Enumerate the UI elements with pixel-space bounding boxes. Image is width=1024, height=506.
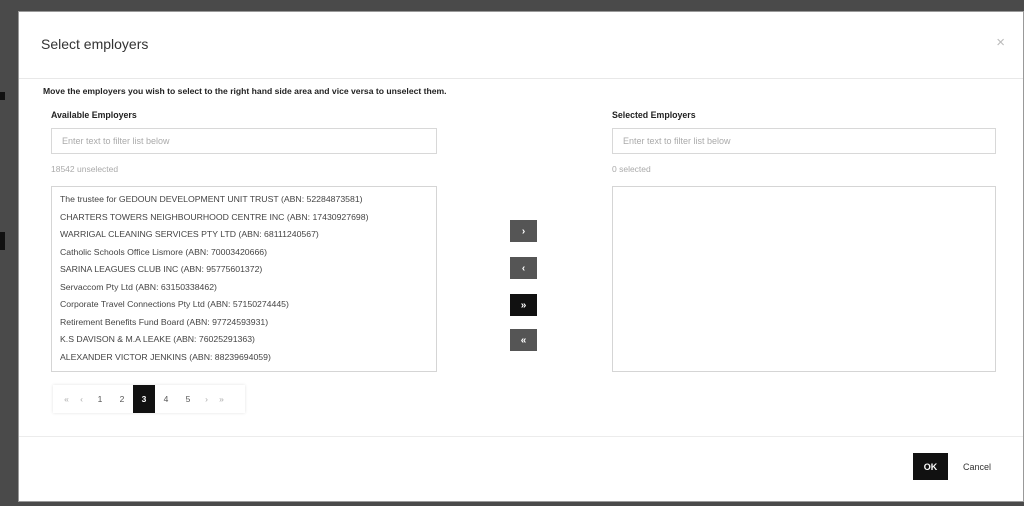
employer-list-item[interactable]: K.S DAVISON & M.A LEAKE (ABN: 7602529136… (52, 331, 436, 349)
instructions-text: Move the employers you wish to select to… (43, 86, 447, 96)
move-all-right-button[interactable]: » (510, 294, 537, 316)
employer-list-item[interactable]: The trustee for GEDOUN DEVELOPMENT UNIT … (52, 191, 436, 209)
page-1-button[interactable]: 1 (89, 394, 111, 404)
ok-button[interactable]: OK (913, 453, 948, 480)
employer-list-item[interactable]: Corporate Travel Connections Pty Ltd (AB… (52, 296, 436, 314)
available-list-items: The trustee for GEDOUN DEVELOPMENT UNIT … (52, 187, 436, 366)
selected-count: 0 selected (612, 164, 651, 174)
available-filter-input[interactable] (51, 128, 437, 154)
available-employers-list[interactable]: The trustee for GEDOUN DEVELOPMENT UNIT … (51, 186, 437, 372)
prev-page-button[interactable]: ‹ (74, 394, 89, 404)
move-all-left-button[interactable]: « (510, 329, 537, 351)
first-page-button[interactable]: « (59, 394, 74, 404)
employer-list-item[interactable]: SARINA LEAGUES CLUB INC (ABN: 9577560137… (52, 261, 436, 279)
dialog-header: Select employers × (19, 12, 1023, 79)
employer-list-item[interactable]: Retirement Benefits Fund Board (ABN: 977… (52, 314, 436, 332)
next-page-button[interactable]: › (199, 394, 214, 404)
dialog-title: Select employers (41, 36, 149, 52)
page-4-button[interactable]: 4 (155, 394, 177, 404)
available-employers-label: Available Employers (51, 110, 137, 120)
move-right-button[interactable]: › (510, 220, 537, 242)
move-left-button[interactable]: ‹ (510, 257, 537, 279)
close-icon[interactable]: × (996, 35, 1005, 50)
selected-filter-input[interactable] (612, 128, 996, 154)
page-3-button-current[interactable]: 3 (133, 385, 155, 413)
selected-employers-list[interactable] (612, 186, 996, 372)
pagination: « ‹ 1 2 3 4 5 › » (53, 385, 245, 413)
select-employers-dialog: Select employers × Move the employers yo… (18, 11, 1024, 502)
selected-employers-label: Selected Employers (612, 110, 696, 120)
employer-list-item[interactable]: Servaccom Pty Ltd (ABN: 63150338462) (52, 279, 436, 297)
backdrop-mark (0, 232, 5, 250)
page-5-button[interactable]: 5 (177, 394, 199, 404)
dialog-footer-divider (19, 436, 1023, 437)
employer-list-item[interactable]: Catholic Schools Office Lismore (ABN: 70… (52, 244, 436, 262)
last-page-button[interactable]: » (214, 394, 229, 404)
employer-list-item[interactable]: CHARTERS TOWERS NEIGHBOURHOOD CENTRE INC… (52, 209, 436, 227)
employer-list-item[interactable]: WARRIGAL CLEANING SERVICES PTY LTD (ABN:… (52, 226, 436, 244)
available-count: 18542 unselected (51, 164, 119, 174)
employer-list-item[interactable]: ALEXANDER VICTOR JENKINS (ABN: 882396940… (52, 349, 436, 367)
cancel-button[interactable]: Cancel (951, 453, 1003, 480)
page-2-button[interactable]: 2 (111, 394, 133, 404)
backdrop-mark (0, 92, 5, 100)
